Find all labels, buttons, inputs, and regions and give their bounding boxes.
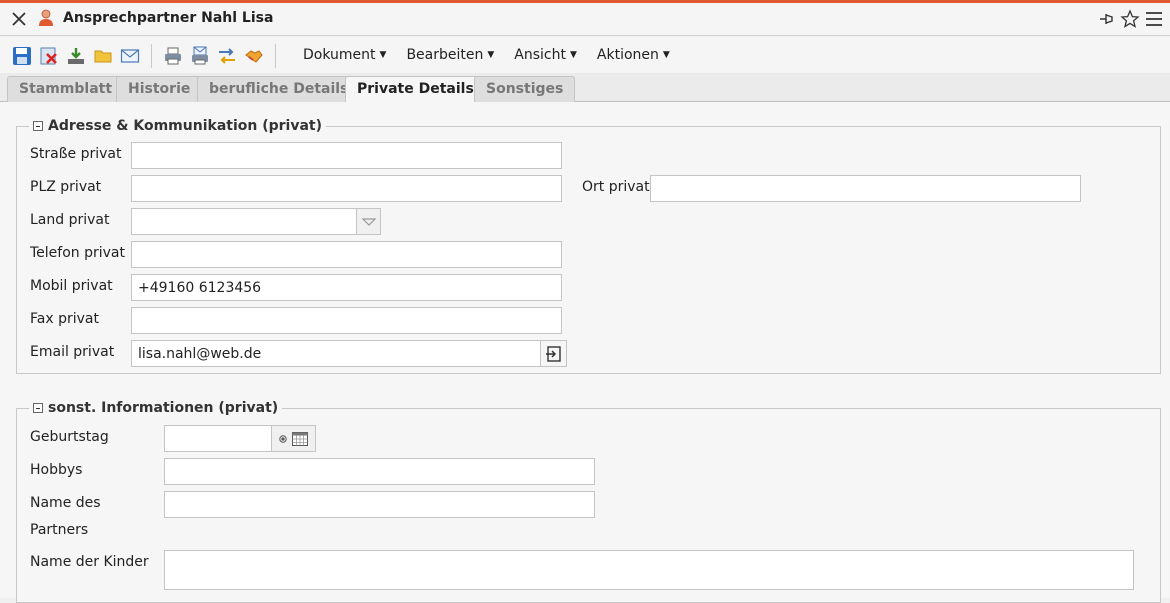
open-mail-icon (545, 345, 561, 362)
country-label: Land privat (30, 212, 110, 228)
city-input[interactable] (650, 175, 1081, 202)
toolbar-separator (275, 44, 276, 68)
transfer-icon[interactable] (215, 45, 239, 67)
country-dropdown-button[interactable] (357, 208, 381, 235)
menu-icon[interactable] (1144, 9, 1164, 29)
mail-icon[interactable] (118, 45, 142, 67)
tab-content-private-details: Adresse & Kommunikation (privat) Straße … (0, 102, 1170, 603)
other-section-header: sonst. Informationen (privat) (29, 400, 283, 416)
collapse-icon[interactable] (33, 121, 43, 131)
city-label: Ort privat (582, 179, 650, 195)
fax-input[interactable] (131, 307, 562, 334)
star-icon[interactable] (1120, 9, 1140, 29)
tab-stammblatt[interactable]: Stammblatt (7, 76, 125, 102)
partner-name-label: Name des (30, 495, 101, 511)
close-icon[interactable] (10, 10, 28, 28)
tab-berufliche-details[interactable]: berufliche Details (197, 76, 361, 102)
caret-down-icon: ▼ (569, 50, 577, 60)
tab-bar: Stammblatt Historie berufliche Details P… (0, 73, 1170, 103)
phone-input[interactable] (131, 241, 562, 268)
download-icon[interactable] (64, 45, 88, 67)
email-label: Email privat (30, 344, 115, 360)
menu-ansicht[interactable]: Ansicht ▼ (505, 45, 586, 65)
section-title: Adresse & Kommunikation (privat) (48, 118, 322, 134)
caret-down-icon: ▼ (662, 50, 670, 60)
birthday-input[interactable] (164, 425, 272, 452)
handshake-icon[interactable] (242, 45, 266, 67)
save-icon[interactable] (10, 45, 34, 67)
contact-person-icon (39, 9, 53, 26)
partner-name-input[interactable] (164, 491, 595, 518)
caret-down-icon: ▼ (487, 50, 495, 60)
calendar-icon (292, 431, 308, 446)
pin-icon[interactable] (1096, 9, 1116, 29)
address-communication-section: Adresse & Kommunikation (privat) Straße … (16, 118, 1161, 374)
window-titlebar: Ansprechpartner Nahl Lisa (0, 3, 1170, 36)
fax-label: Fax privat (30, 311, 99, 327)
tab-historie[interactable]: Historie (116, 76, 203, 102)
window-title: Ansprechpartner Nahl Lisa (63, 10, 274, 26)
birthday-label: Geburtstag (30, 429, 109, 445)
children-names-textarea[interactable] (164, 550, 1134, 590)
partner-name-label-line2: Partners (30, 522, 89, 538)
chevron-down-icon (361, 217, 376, 226)
folder-icon[interactable] (91, 45, 115, 67)
tab-sonstiges[interactable]: Sonstiges (474, 76, 576, 102)
hobbies-label: Hobbys (30, 462, 83, 478)
section-title: sonst. Informationen (privat) (48, 400, 279, 416)
hobbies-input[interactable] (164, 458, 595, 485)
email-input[interactable] (131, 340, 541, 367)
tab-private-details[interactable]: Private Details (345, 76, 486, 103)
menu-label: Aktionen (596, 47, 659, 63)
menu-label: Dokument (303, 47, 376, 63)
street-label: Straße privat (30, 146, 122, 162)
zip-label: PLZ privat (30, 179, 102, 195)
caret-down-icon: ▼ (379, 50, 387, 60)
send-email-button[interactable] (541, 340, 567, 367)
street-input[interactable] (131, 142, 562, 169)
collapse-icon[interactable] (33, 403, 43, 413)
print-mail-icon[interactable] (188, 45, 212, 67)
zip-input[interactable] (131, 175, 562, 202)
print-icon[interactable] (161, 45, 185, 67)
toolbar: Dokument ▼ Bearbeiten ▼ Ansicht ▼ Aktionen ▼ (0, 37, 1170, 73)
mobile-label: Mobil privat (30, 278, 113, 294)
menu-aktionen[interactable]: Aktionen ▼ (588, 45, 679, 65)
radio-dot-icon (279, 434, 287, 443)
menu-label: Ansicht (514, 47, 566, 63)
menu-label: Bearbeiten (406, 47, 484, 63)
delete-icon[interactable] (37, 45, 61, 67)
country-select[interactable] (131, 208, 357, 235)
other-info-section: sonst. Informationen (privat) Geburtstag… (16, 400, 1161, 603)
phone-label: Telefon privat (30, 245, 125, 261)
mobile-input[interactable] (131, 274, 562, 301)
children-names-label: Name der Kinder (30, 554, 149, 570)
address-section-header: Adresse & Kommunikation (privat) (29, 118, 326, 134)
menu-bearbeiten[interactable]: Bearbeiten ▼ (397, 45, 503, 65)
toolbar-separator (151, 44, 152, 68)
menu-dokument[interactable]: Dokument ▼ (294, 45, 395, 65)
date-picker-button[interactable] (272, 425, 316, 452)
